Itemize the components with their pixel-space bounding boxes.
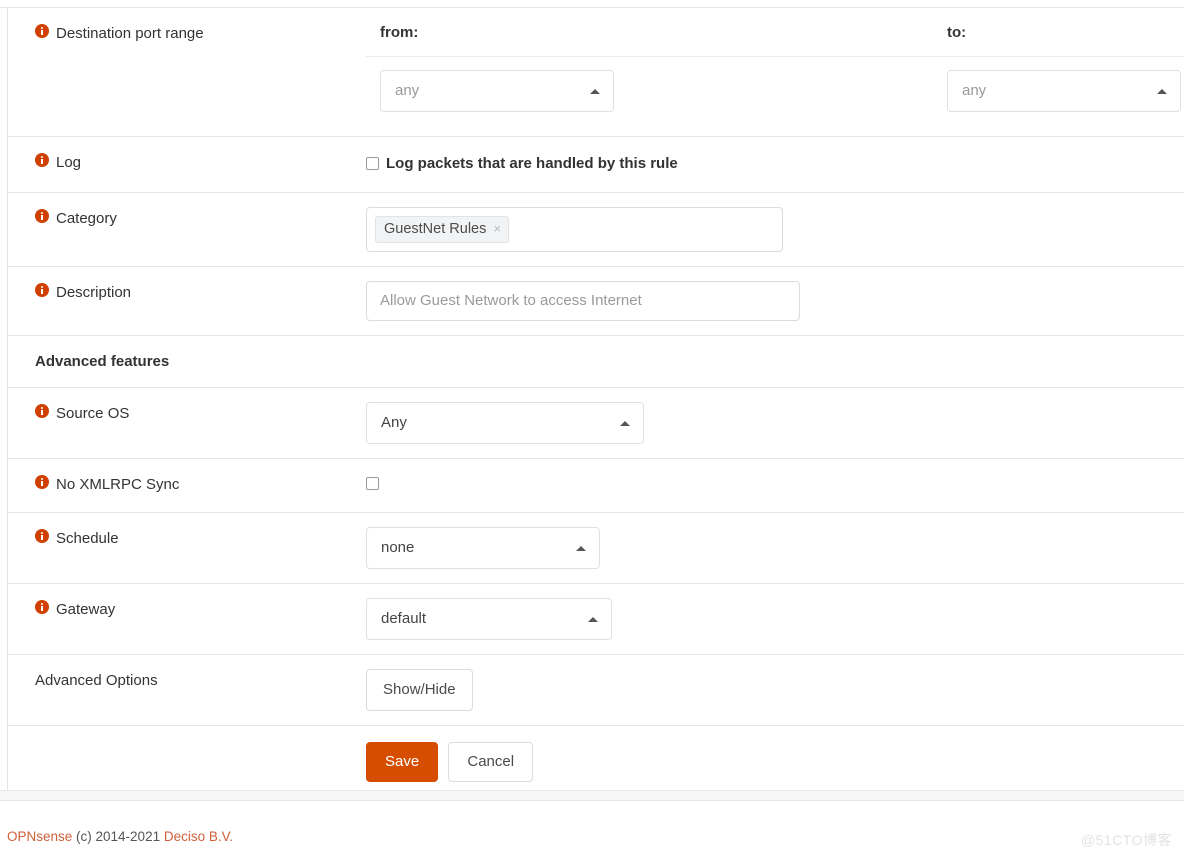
destination-port-from-select[interactable]: any xyxy=(380,70,614,112)
advanced-features-title: Advanced features xyxy=(8,336,1184,387)
info-icon[interactable] xyxy=(35,600,49,614)
category-token-label: GuestNet Rules xyxy=(384,220,486,238)
description-input[interactable]: Allow Guest Network to access Internet xyxy=(366,281,800,321)
info-icon[interactable] xyxy=(35,283,49,297)
description-label: Description xyxy=(56,283,131,303)
no-xmlrpc-sync-label: No XMLRPC Sync xyxy=(56,475,179,495)
chevron-up-icon xyxy=(620,421,630,426)
source-os-label: Source OS xyxy=(56,404,129,424)
source-os-select[interactable]: Any xyxy=(366,402,644,444)
gateway-label: Gateway xyxy=(56,600,115,620)
footer-copyright: (c) 2014-2021 xyxy=(72,829,164,844)
footer: OPNsense (c) 2014-2021 Deciso B.V. xyxy=(7,829,233,844)
destination-port-range-label: Destination port range xyxy=(56,24,204,44)
category-token-input[interactable]: GuestNet Rules × xyxy=(366,207,783,252)
close-icon[interactable]: × xyxy=(493,222,501,236)
no-xmlrpc-sync-checkbox[interactable] xyxy=(366,477,379,490)
destination-port-from-value: any xyxy=(395,82,419,99)
info-icon[interactable] xyxy=(35,529,49,543)
opnsense-firewall-rule-form: Destination port range from: to: any xyxy=(0,0,1184,859)
info-icon[interactable] xyxy=(35,153,49,167)
destination-port-to-value: any xyxy=(962,82,986,99)
log-packets-checkbox[interactable] xyxy=(366,157,379,170)
no-xmlrpc-sync-field-cell xyxy=(366,459,1184,504)
footer-divider xyxy=(0,790,1184,801)
description-field-cell: Allow Guest Network to access Internet xyxy=(366,267,1184,335)
gateway-select[interactable]: default xyxy=(366,598,612,640)
chevron-up-icon xyxy=(588,617,598,622)
category-token[interactable]: GuestNet Rules × xyxy=(375,216,509,243)
schedule-select[interactable]: none xyxy=(366,527,600,569)
cancel-button[interactable]: Cancel xyxy=(448,742,533,782)
destination-port-range-field-cell: from: to: any any xyxy=(366,8,1184,136)
port-range-headers: from: to: xyxy=(366,8,1184,57)
log-packets-label: Log packets that are handled by this rul… xyxy=(386,155,678,172)
footer-brand-link[interactable]: OPNsense xyxy=(7,829,72,844)
log-field-cell: Log packets that are handled by this rul… xyxy=(366,137,1184,186)
advanced-options-field-cell: Show/Hide xyxy=(366,655,1184,725)
form-row-destination-port-range: Destination port range from: to: any xyxy=(8,8,1184,137)
chevron-up-icon xyxy=(576,546,586,551)
footer-company-link[interactable]: Deciso B.V. xyxy=(164,829,233,844)
section-advanced-features: Advanced features xyxy=(8,336,1184,388)
info-icon[interactable] xyxy=(35,475,49,489)
port-from-header: from: xyxy=(366,24,933,41)
source-os-label-cell: Source OS xyxy=(8,388,366,440)
chevron-up-icon xyxy=(1157,89,1167,94)
chevron-up-icon xyxy=(590,89,600,94)
form-row-gateway: Gateway default xyxy=(8,584,1184,655)
log-label: Log xyxy=(56,153,81,173)
actions-label-cell xyxy=(8,726,366,758)
gateway-label-cell: Gateway xyxy=(8,584,366,636)
destination-port-range-label-cell: Destination port range xyxy=(8,8,366,60)
destination-port-to-select[interactable]: any xyxy=(947,70,1181,112)
form-row-source-os: Source OS Any xyxy=(8,388,1184,459)
schedule-field-cell: none xyxy=(366,513,1184,583)
schedule-label: Schedule xyxy=(56,529,119,549)
source-os-field-cell: Any xyxy=(366,388,1184,458)
actions-field-cell: Save Cancel xyxy=(366,726,1184,800)
show-hide-button[interactable]: Show/Hide xyxy=(366,669,473,711)
form-row-log: Log Log packets that are handled by this… xyxy=(8,137,1184,193)
log-label-cell: Log xyxy=(8,137,366,189)
schedule-label-cell: Schedule xyxy=(8,513,366,565)
rule-form-panel: Destination port range from: to: any xyxy=(7,8,1184,801)
no-xmlrpc-sync-label-cell: No XMLRPC Sync xyxy=(8,459,366,511)
form-row-description: Description Allow Guest Network to acces… xyxy=(8,267,1184,336)
category-field-cell: GuestNet Rules × xyxy=(366,193,1184,266)
save-button[interactable]: Save xyxy=(366,742,438,782)
form-row-advanced-options: Advanced Options Show/Hide xyxy=(8,655,1184,726)
gateway-value: default xyxy=(381,610,426,627)
gateway-field-cell: default xyxy=(366,584,1184,654)
watermark: @51CTO博客 xyxy=(1081,830,1172,850)
info-icon[interactable] xyxy=(35,24,49,38)
info-icon[interactable] xyxy=(35,404,49,418)
source-os-value: Any xyxy=(381,414,407,431)
info-icon[interactable] xyxy=(35,209,49,223)
category-label: Category xyxy=(56,209,117,229)
category-label-cell: Category xyxy=(8,193,366,245)
form-row-no-xmlrpc-sync: No XMLRPC Sync xyxy=(8,459,1184,513)
advanced-options-label-cell: Advanced Options xyxy=(8,655,366,707)
form-row-schedule: Schedule none xyxy=(8,513,1184,584)
schedule-value: none xyxy=(381,539,414,556)
top-scroll-strip xyxy=(0,0,1184,8)
port-to-header: to: xyxy=(933,24,1184,41)
description-label-cell: Description xyxy=(8,267,366,319)
form-row-category: Category GuestNet Rules × xyxy=(8,193,1184,267)
advanced-options-label: Advanced Options xyxy=(35,671,158,691)
